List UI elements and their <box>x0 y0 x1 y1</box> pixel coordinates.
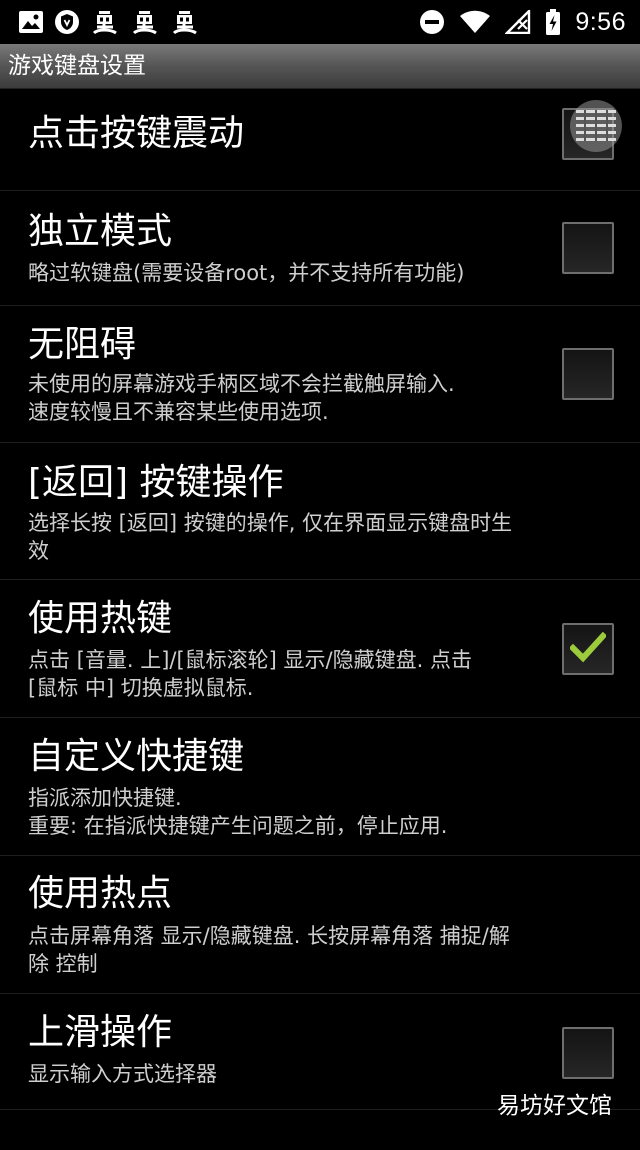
setting-summary: 点击 [音量. 上]/[鼠标滚轮] 显示/隐藏键盘. 点击 [鼠标 中] 切换虚… <box>28 646 558 702</box>
summary-line: 重要: 在指派快捷键产生问题之前，停止应用. <box>28 814 448 838</box>
bug-icon <box>90 8 120 36</box>
summary-line: 除 控制 <box>28 952 98 976</box>
keyboard-overlay-icon[interactable] <box>570 100 622 152</box>
status-bar-left <box>18 8 210 36</box>
do-not-disturb-icon <box>419 9 445 35</box>
setting-row-unobstructed[interactable]: 无阻碍 未使用的屏幕游戏手柄区域不会拦截触屏输入. 速度较慢且不兼容某些使用选项… <box>0 306 640 443</box>
status-bar-right: 9:56 <box>405 8 626 36</box>
summary-line: 选择长按 [返回] 按键的操作, 仅在界面显示键盘时生 <box>28 511 513 535</box>
swipe-up-action-checkbox[interactable] <box>562 1027 614 1079</box>
setting-summary: 显示输入方式选择器 <box>28 1060 558 1088</box>
status-bar: 9:56 <box>0 0 640 44</box>
check-mark-icon <box>570 632 606 663</box>
battery-charging-icon <box>545 9 561 35</box>
setting-title: 上滑操作 <box>28 1012 173 1053</box>
setting-title: 独立模式 <box>28 211 173 252</box>
setting-row-use-hotspots[interactable]: 使用热点 点击屏幕角落 显示/隐藏键盘. 长按屏幕角落 捕捉/解 除 控制 <box>0 856 640 994</box>
summary-line: 点击 [音量. 上]/[鼠标滚轮] 显示/隐藏键盘. 点击 <box>28 648 472 672</box>
no-signal-icon <box>505 10 531 34</box>
summary-line: 点击屏幕角落 显示/隐藏键盘. 长按屏幕角落 捕捉/解 <box>28 924 510 948</box>
setting-title: 无阻碍 <box>28 324 137 365</box>
bug-icon <box>130 8 160 36</box>
title-bar: 游戏键盘设置 <box>0 44 640 89</box>
standalone-mode-checkbox[interactable] <box>562 222 614 274</box>
bug-icon <box>170 8 200 36</box>
setting-row-use-hotkeys[interactable]: 使用热键 点击 [音量. 上]/[鼠标滚轮] 显示/隐藏键盘. 点击 [鼠标 中… <box>0 580 640 718</box>
use-hotkeys-checkbox[interactable] <box>562 623 614 675</box>
setting-title: 使用热键 <box>28 598 173 639</box>
setting-row-back-key-action[interactable]: [返回] 按键操作 选择长按 [返回] 按键的操作, 仅在界面显示键盘时生 效 <box>0 443 640 580</box>
summary-line: [鼠标 中] 切换虚拟鼠标. <box>28 676 254 700</box>
setting-title: 点击按键震动 <box>28 113 245 154</box>
summary-line: 略过软键盘(需要设备root，并不支持所有功能) <box>28 261 465 285</box>
setting-summary: 指派添加快捷键. 重要: 在指派快捷键产生问题之前，停止应用. <box>28 784 608 840</box>
shield-icon <box>54 9 80 35</box>
summary-line: 未使用的屏幕游戏手柄区域不会拦截触屏输入. <box>28 372 455 396</box>
unobstructed-checkbox[interactable] <box>562 348 614 400</box>
image-icon <box>18 10 44 34</box>
setting-row-custom-shortcuts[interactable]: 自定义快捷键 指派添加快捷键. 重要: 在指派快捷键产生问题之前，停止应用. <box>0 718 640 856</box>
watermark-text: 易坊好文馆 <box>497 1093 612 1119</box>
setting-title: 使用热点 <box>28 873 173 914</box>
setting-summary: 未使用的屏幕游戏手柄区域不会拦截触屏输入. 速度较慢且不兼容某些使用选项. <box>28 370 558 426</box>
settings-list: 点击按键震动 独立模式 略过软键盘(需要设备root，并不支持所有功能) 无阻碍… <box>0 89 640 1150</box>
setting-summary: 选择长按 [返回] 按键的操作, 仅在界面显示键盘时生 效 <box>28 509 608 565</box>
setting-title: 自定义快捷键 <box>28 736 245 777</box>
setting-row-key-vibration[interactable]: 点击按键震动 <box>0 89 640 191</box>
status-time: 9:56 <box>575 7 626 36</box>
page-title: 游戏键盘设置 <box>8 53 146 79</box>
summary-line: 效 <box>28 539 49 563</box>
setting-row-standalone-mode[interactable]: 独立模式 略过软键盘(需要设备root，并不支持所有功能) <box>0 191 640 306</box>
setting-title: [返回] 按键操作 <box>28 462 284 503</box>
setting-summary: 点击屏幕角落 显示/隐藏键盘. 长按屏幕角落 捕捉/解 除 控制 <box>28 922 608 978</box>
setting-summary: 略过软键盘(需要设备root，并不支持所有功能) <box>28 259 608 287</box>
summary-line: 指派添加快捷键. <box>28 786 182 810</box>
summary-line: 速度较慢且不兼容某些使用选项. <box>28 400 329 424</box>
summary-line: 显示输入方式选择器 <box>28 1062 217 1086</box>
wifi-icon <box>459 10 491 34</box>
